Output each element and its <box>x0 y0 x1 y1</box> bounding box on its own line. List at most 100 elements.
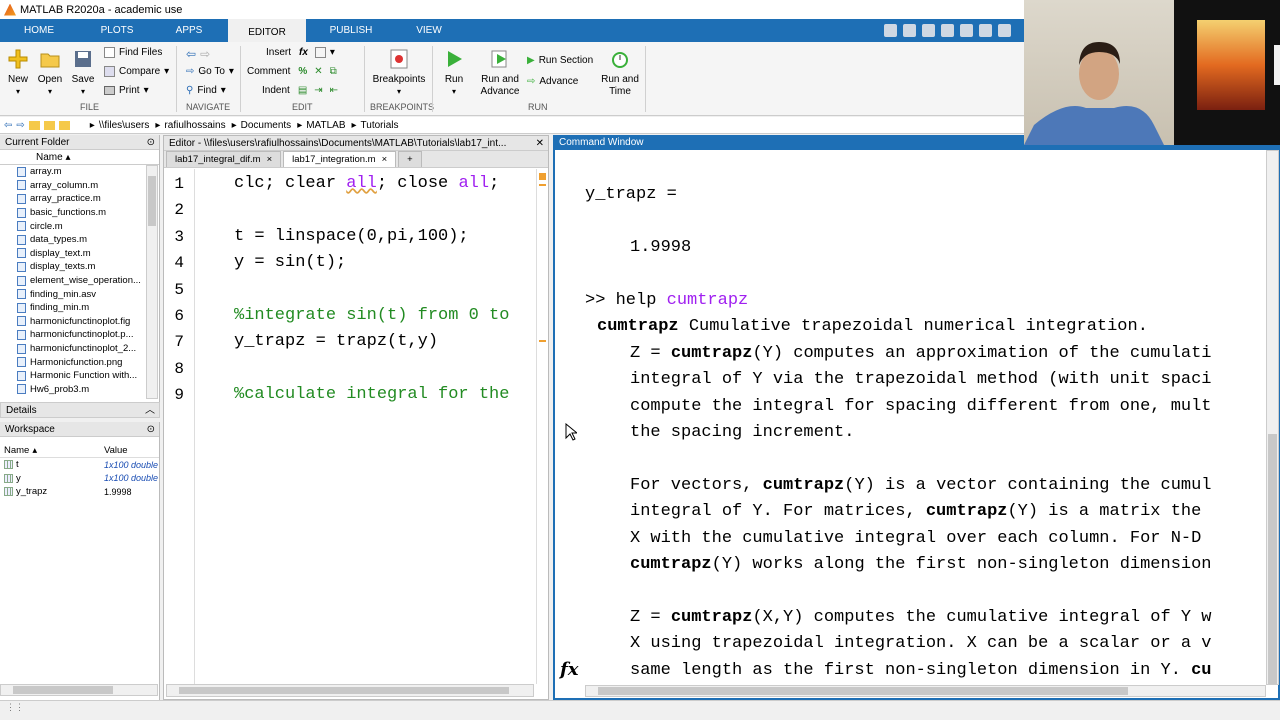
browse-folder-icon[interactable] <box>43 120 55 130</box>
panel-menu-icon[interactable]: ⊙ <box>147 422 155 437</box>
decrease-indent-icon[interactable]: ⇤ <box>330 85 338 96</box>
name-column-header[interactable]: Name ▴ <box>0 445 104 456</box>
editor-hscrollbar[interactable] <box>166 684 534 697</box>
list-item[interactable]: display_texts.m <box>0 260 159 274</box>
redo-icon[interactable] <box>979 24 992 37</box>
forward-arrow-icon[interactable]: ⇨ <box>200 47 210 61</box>
tab-plots[interactable]: PLOTS <box>98 19 136 42</box>
breadcrumb-0[interactable]: \\files\users <box>99 120 150 131</box>
forward-icon[interactable]: ⇨ <box>16 120 24 131</box>
table-row[interactable]: t 1x100 double <box>0 458 159 472</box>
list-item[interactable]: harmonicfunctinoplot.fig <box>0 315 159 329</box>
tab-home[interactable]: HOME <box>20 19 58 42</box>
panel-menu-icon[interactable]: ⊙ <box>147 135 155 150</box>
indent-button[interactable]: Indent ▤ ⇥ ⇤ <box>262 85 338 96</box>
find-files-button[interactable]: Find Files <box>104 47 162 58</box>
insert-section-icon[interactable] <box>314 47 326 58</box>
list-item[interactable]: display_text.m <box>0 247 159 261</box>
list-item[interactable]: Harmonicfunction.png <box>0 355 159 369</box>
details-panel-header[interactable]: Details ︿ <box>0 402 160 418</box>
find-button[interactable]: ⚲ Find ▾ <box>186 85 226 96</box>
comment-button[interactable]: Comment% ✕ ⧉ <box>247 66 337 77</box>
increase-indent-icon[interactable]: ⇥ <box>314 85 322 96</box>
file-icon <box>17 166 26 177</box>
list-item[interactable]: element_wise_operation... <box>0 274 159 288</box>
comment-percent-icon[interactable]: % <box>298 66 307 77</box>
list-item[interactable]: array_practice.m <box>0 192 159 206</box>
wrap-comments-icon[interactable]: ⧉ <box>330 66 337 77</box>
file-group-label: FILE <box>80 102 100 112</box>
current-folder-header: Current Folder ⊙ <box>0 135 159 150</box>
switch-windows-icon[interactable] <box>998 24 1011 37</box>
code-analyzer-bar[interactable] <box>536 169 548 684</box>
collapse-icon[interactable]: ︿ <box>145 403 155 418</box>
paste-icon[interactable] <box>941 24 954 37</box>
list-item[interactable]: array_column.m <box>0 179 159 193</box>
back-forward-buttons[interactable]: ⇦ ⇨ <box>186 47 210 61</box>
new-tab-button[interactable]: + <box>398 151 422 167</box>
list-item[interactable]: basic_functions.m <box>0 206 159 220</box>
run-section-button[interactable]: ▶ Run Section <box>527 55 593 66</box>
list-item[interactable]: finding_min.asv <box>0 287 159 301</box>
copy-icon[interactable] <box>922 24 935 37</box>
command-window-panel[interactable]: Command Window y_trapz = 1.9998 >> help … <box>553 135 1280 700</box>
breadcrumb-3[interactable]: MATLAB <box>306 120 345 131</box>
list-item[interactable]: Hw6_prob3.m <box>0 383 159 397</box>
cut-icon[interactable] <box>903 24 916 37</box>
insert-button[interactable]: Insert fx ▾ <box>266 47 335 58</box>
advance-button[interactable]: ⇨ Advance <box>527 76 578 87</box>
list-item[interactable]: data_types.m <box>0 233 159 247</box>
value-column-header[interactable]: Value <box>104 445 128 456</box>
back-icon[interactable]: ⇦ <box>4 120 12 131</box>
smart-indent-icon[interactable]: ▤ <box>298 85 307 96</box>
close-tab-icon[interactable]: × <box>267 154 273 165</box>
new-button[interactable]: New ▾ <box>6 48 30 98</box>
function-browser-icon[interactable]: fx <box>560 659 578 680</box>
run-and-time-button[interactable]: Run and Time <box>600 48 640 98</box>
command-hscrollbar[interactable] <box>585 685 1266 697</box>
code-line-3: t = linspace(0,pi,100); <box>234 227 469 246</box>
tab-apps[interactable]: APPS <box>170 19 208 42</box>
list-item[interactable]: circle.m <box>0 219 159 233</box>
undo-icon[interactable] <box>960 24 973 37</box>
run-and-advance-button[interactable]: Run and Advance <box>478 48 522 98</box>
table-row[interactable]: y_trapz 1.9998 <box>0 485 159 499</box>
breadcrumb-4[interactable]: Tutorials <box>361 120 399 131</box>
code-line-9: %calculate integral for the <box>234 385 510 404</box>
breakpoints-button[interactable]: Breakpoints ▾ <box>370 48 428 98</box>
save-button[interactable]: Save ▾ <box>70 48 96 98</box>
code-area[interactable]: 1 2 3 4 5 6 7 8 9 clc; clear all; close … <box>164 169 536 684</box>
print-button[interactable]: Print ▾ <box>104 85 149 96</box>
list-item[interactable]: harmonicfunctinoplot_2... <box>0 342 159 356</box>
table-row[interactable]: y 1x100 double <box>0 472 159 486</box>
run-button[interactable]: Run ▾ <box>438 48 470 98</box>
go-to-button[interactable]: ⇨ Go To ▾ <box>186 66 234 77</box>
close-tab-icon[interactable]: × <box>382 154 388 165</box>
uncomment-icon[interactable]: ✕ <box>314 66 322 77</box>
tab-lab17-integral-dif[interactable]: lab17_integral_dif.m × <box>166 151 282 167</box>
code-line-6: %integrate sin(t) from 0 to <box>234 306 510 325</box>
name-column-header[interactable]: Name ▴ <box>0 150 159 165</box>
close-icon[interactable]: ✕ <box>536 136 544 151</box>
tab-editor[interactable]: EDITOR <box>228 19 306 42</box>
compare-button[interactable]: Compare ▾ <box>104 66 169 77</box>
breadcrumb-2[interactable]: Documents <box>241 120 292 131</box>
tab-lab17-integration[interactable]: lab17_integration.m × <box>283 151 397 167</box>
breadcrumb-1[interactable]: rafiulhossains <box>164 120 225 131</box>
up-folder-icon[interactable] <box>28 120 40 130</box>
folder-scrollbar[interactable] <box>146 165 158 399</box>
list-item[interactable]: finding_min.m <box>0 301 159 315</box>
folder-icon <box>40 53 60 68</box>
open-button[interactable]: Open ▾ <box>36 48 64 98</box>
address-bar[interactable]: ⇦ ⇨ ▸ \\files\users ▸ rafiulhossains ▸ Doc… <box>0 117 1024 134</box>
tab-view[interactable]: VIEW <box>410 19 448 42</box>
list-item[interactable]: array.m <box>0 165 159 179</box>
tab-publish[interactable]: PUBLISH <box>326 19 376 42</box>
workspace-hscrollbar[interactable] <box>0 684 158 696</box>
back-arrow-icon[interactable]: ⇦ <box>186 47 196 61</box>
save-icon[interactable] <box>884 24 897 37</box>
fx-icon[interactable]: fx <box>299 47 308 58</box>
list-item[interactable]: Harmonic Function with... <box>0 369 159 383</box>
list-item[interactable]: harmonicfunctinoplot.p... <box>0 328 159 342</box>
command-vscrollbar[interactable] <box>1266 150 1279 685</box>
